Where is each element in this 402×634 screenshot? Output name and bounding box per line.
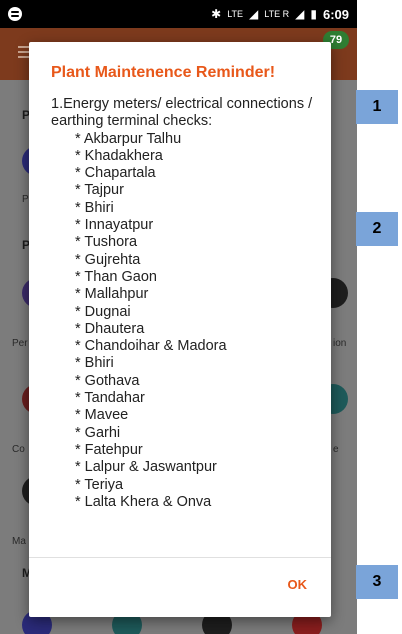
- list-item: * Mavee: [75, 407, 129, 424]
- list-item: * Dugnai: [75, 303, 131, 320]
- list-item: * Lalpur & Jaswantpur: [75, 459, 217, 476]
- list-item: * Bhiri: [75, 355, 114, 372]
- ok-button[interactable]: OK: [288, 577, 308, 592]
- tile-label: P: [22, 194, 29, 205]
- list-item: * Tushora: [75, 234, 138, 251]
- battery-icon: ▮: [310, 7, 317, 21]
- signal-2-icon: ◢: [295, 7, 305, 21]
- list-item: * Khadakhera: [75, 147, 163, 164]
- list-item: * Than Gaon: [75, 268, 157, 285]
- phone-screen: ✱ LTE ◢ LTE R ◢ ▮ 6:09 79 P P P Per ion …: [0, 0, 357, 634]
- status-time: 6:09: [322, 6, 349, 22]
- list-item: * Gothava: [75, 372, 140, 389]
- dialog-intro: 1.Energy meters/ electrical connections …: [51, 96, 313, 130]
- site-list: * Akbarpur Talhu * Khadakhera * Chaparta…: [51, 131, 321, 512]
- list-item: * Teriya: [75, 476, 124, 493]
- list-item: * Innayatpur: [75, 217, 154, 234]
- list-item: * Chandoihar & Madora: [75, 338, 227, 355]
- spotify-icon: [8, 7, 22, 21]
- signal-1-icon: ◢: [249, 7, 259, 21]
- list-item: * Gujrehta: [75, 251, 141, 268]
- list-item: * Bhiri: [75, 199, 114, 216]
- list-item: * Akbarpur Talhu: [75, 130, 182, 147]
- marker-3: 3: [356, 565, 398, 599]
- dialog-body[interactable]: 1.Energy meters/ electrical connections …: [51, 96, 321, 600]
- network-1-label: LTE: [227, 9, 244, 19]
- list-item: * Lalta Khera & Onva: [75, 493, 212, 510]
- list-item: * Chapartala: [75, 165, 156, 182]
- list-item: * Dhautera: [75, 320, 145, 337]
- tile-label: Co: [12, 444, 25, 455]
- tile-label: ion: [333, 338, 347, 349]
- dialog-title: Plant Maintenence Reminder!: [51, 64, 276, 81]
- list-item: * Fatehpur: [75, 441, 143, 458]
- list-item: * Garhi: [75, 424, 121, 441]
- marker-2: 2: [356, 212, 398, 246]
- list-item: * Mallahpur: [75, 286, 149, 303]
- dialog-divider: [29, 557, 331, 558]
- marker-1: 1: [356, 90, 398, 124]
- status-bar: ✱ LTE ◢ LTE R ◢ ▮ 6:09: [0, 0, 357, 28]
- tile-label: e: [333, 444, 339, 455]
- list-item: * Tajpur: [75, 182, 124, 199]
- tile-label: Ma: [12, 536, 26, 547]
- network-2-label: LTE R: [264, 9, 290, 19]
- bluetooth-icon: ✱: [211, 7, 222, 21]
- tile-label: Per: [12, 338, 28, 349]
- list-item: * Tandahar: [75, 390, 145, 407]
- reminder-dialog: Plant Maintenence Reminder! 1.Energy met…: [29, 42, 331, 617]
